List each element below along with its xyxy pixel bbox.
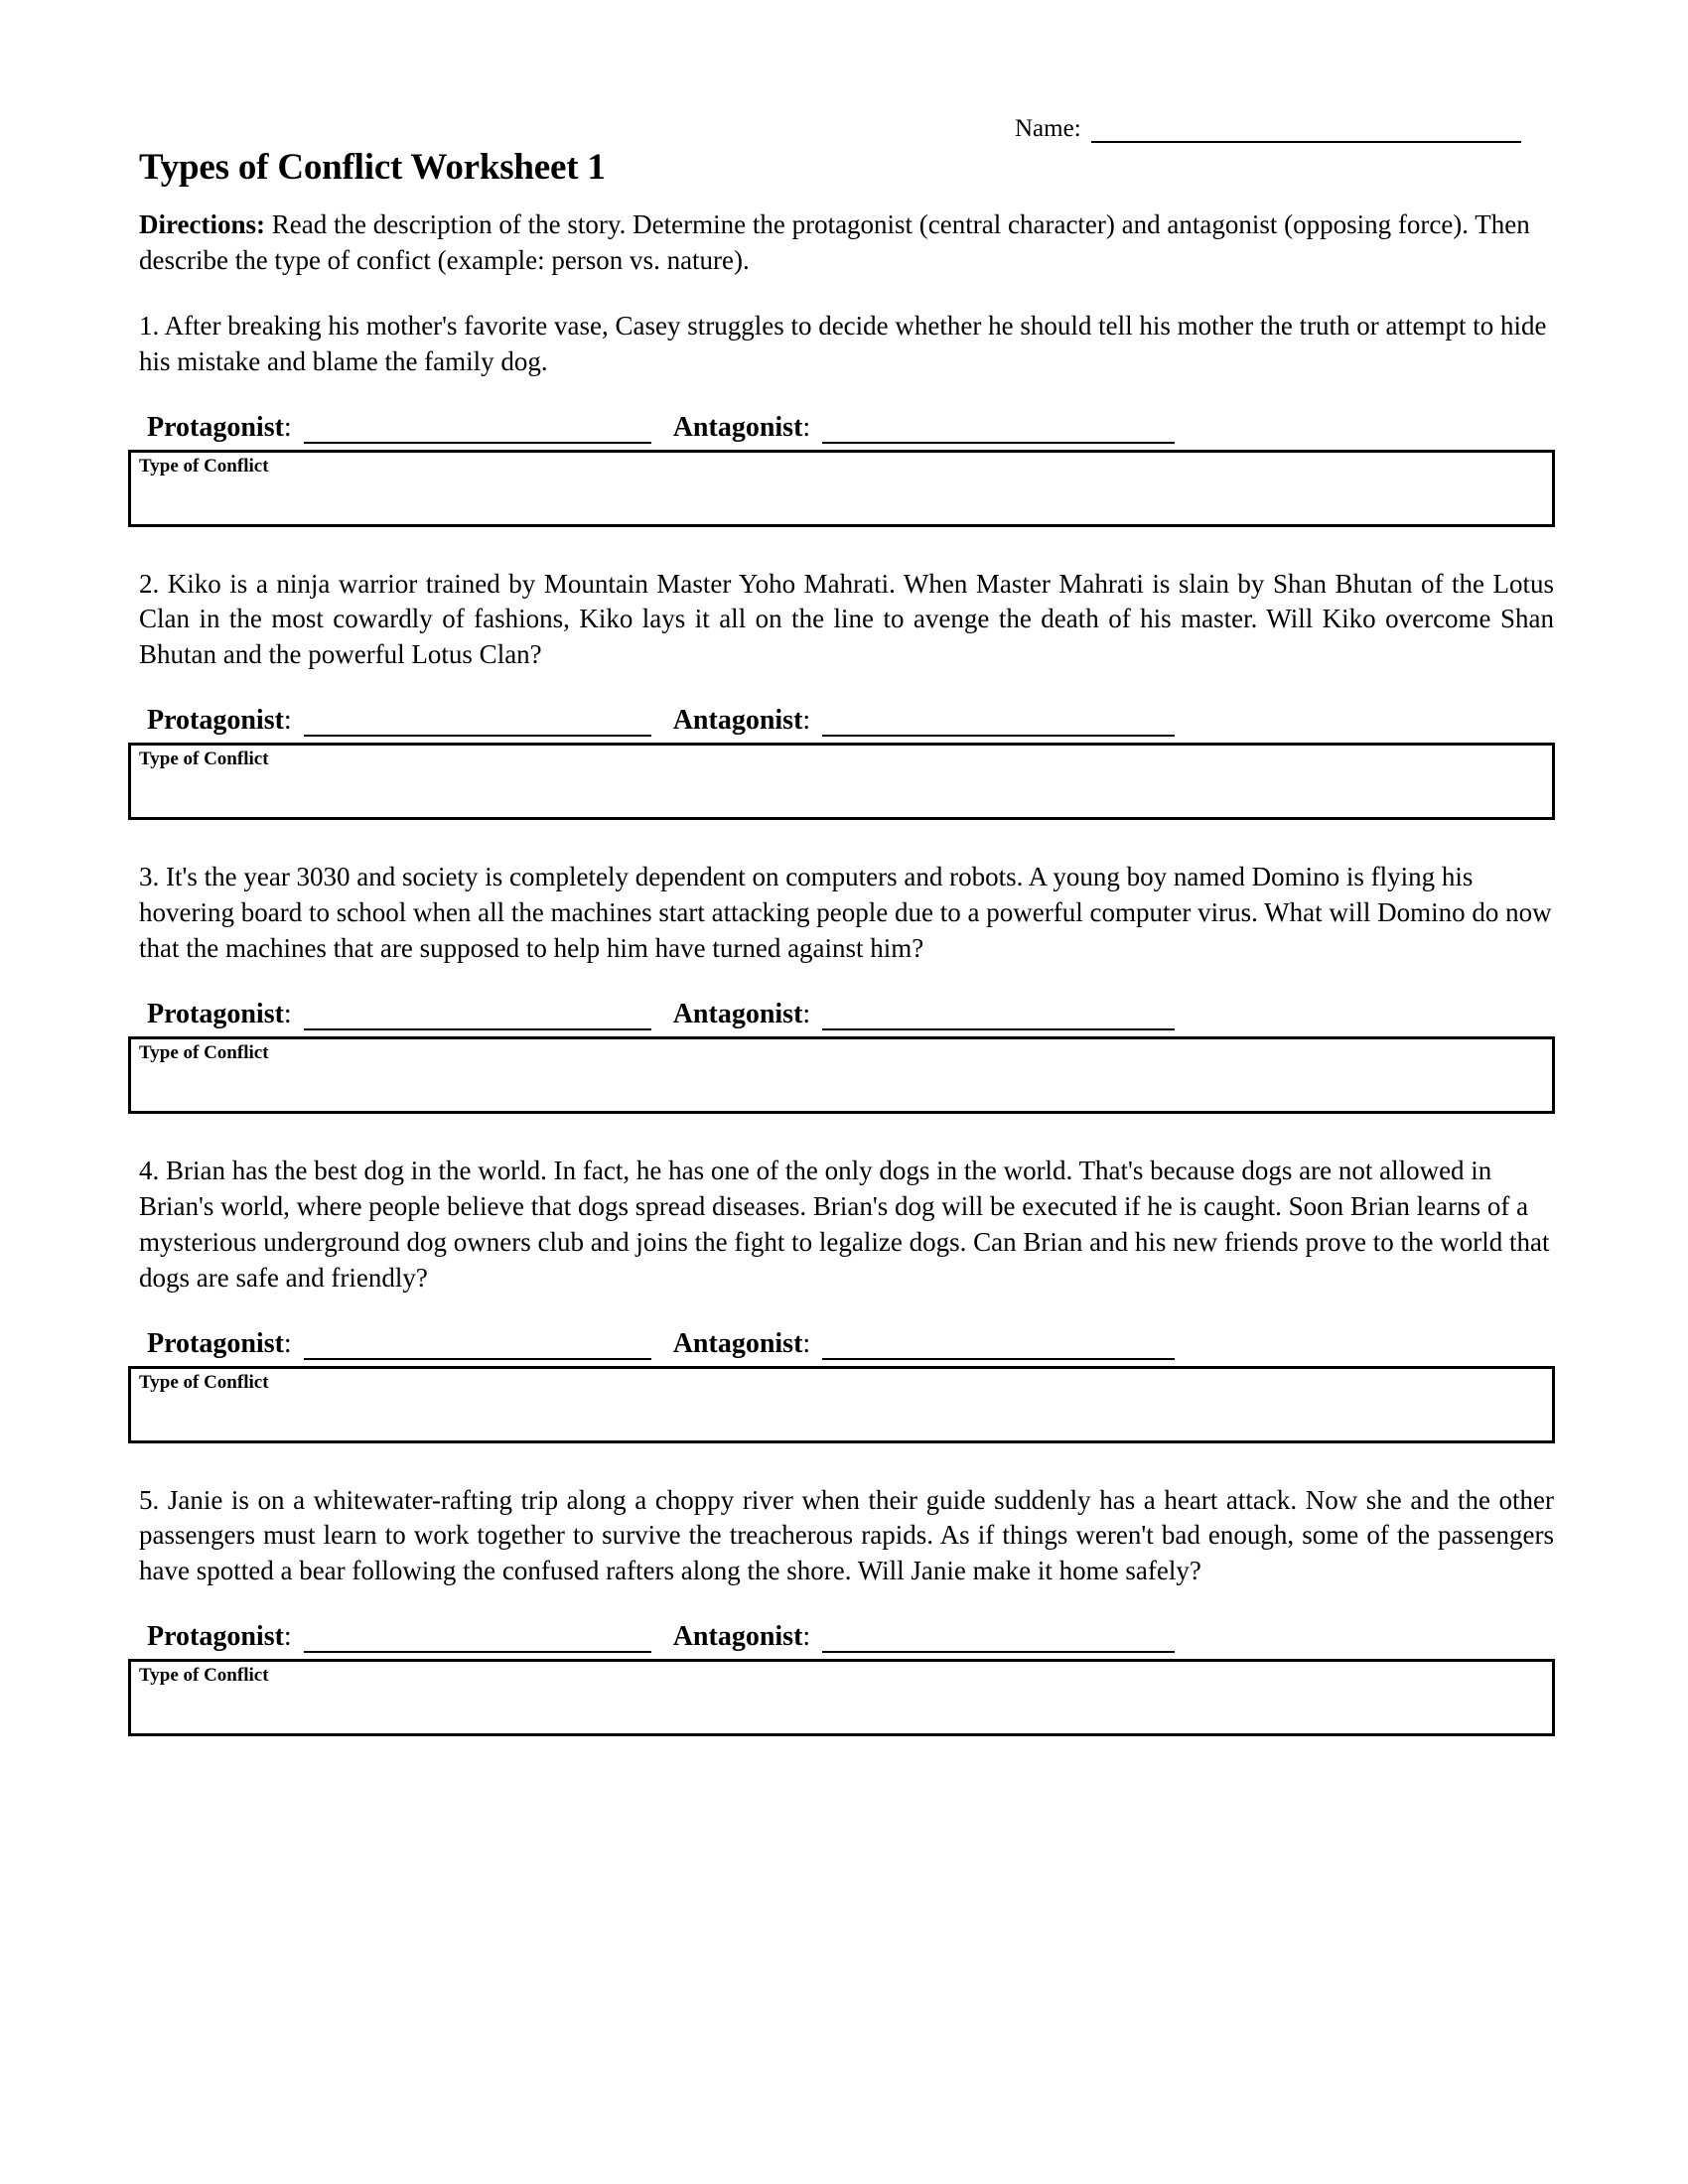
- protagonist-label-3: Protagonist:: [147, 998, 292, 1030]
- conflict-type-label-2: Type of Conflict: [139, 749, 269, 770]
- antagonist-label-text-5: Antagonist: [672, 1621, 803, 1653]
- name-label: Name:: [1015, 115, 1081, 142]
- question-text-5: 5. Janie is on a whitewater-rafting trip…: [139, 1484, 1554, 1586]
- question-text-1: 1. After breaking his mother's favorite …: [139, 310, 1547, 376]
- question-text-4: 4. Brian has the best dog in the world. …: [139, 1155, 1550, 1293]
- worksheet-content: Types of Conflict Worksheet 1 Directions…: [128, 147, 1555, 1776]
- protagonist-label-text-5: Protagonist: [147, 1621, 284, 1653]
- protagonist-label-text-3: Protagonist: [147, 998, 284, 1029]
- antagonist-label-4: Antagonist:: [672, 1327, 811, 1360]
- antagonist-label-text-3: Antagonist: [672, 998, 803, 1029]
- protagonist-input-4[interactable]: [303, 1330, 651, 1360]
- question-block-5: 5. Janie is on a whitewater-rafting trip…: [128, 1483, 1555, 1737]
- name-input-blank[interactable]: [1090, 115, 1521, 143]
- answer-row-1: Protagonist: Antagonist:: [139, 411, 1554, 444]
- conflict-type-box-2[interactable]: Type of Conflict: [128, 743, 1555, 821]
- protagonist-colon-3: :: [283, 998, 292, 1029]
- protagonist-label-5: Protagonist:: [147, 1623, 292, 1653]
- answer-row-5: Protagonist: Antagonist:: [139, 1623, 1554, 1654]
- protagonist-label-text-1: Protagonist: [147, 411, 284, 443]
- antagonist-input-4[interactable]: [822, 1330, 1176, 1360]
- antagonist-colon-3: :: [802, 998, 811, 1029]
- name-field-row: Name:: [1015, 115, 1521, 143]
- question-text-2: 2. Kiko is a ninja warrior trained by Mo…: [139, 568, 1554, 670]
- protagonist-label-text-4: Protagonist: [147, 1327, 284, 1359]
- antagonist-input-3[interactable]: [822, 1001, 1176, 1030]
- conflict-type-box-5[interactable]: Type of Conflict: [128, 1659, 1555, 1737]
- protagonist-colon-5: :: [283, 1621, 292, 1653]
- antagonist-label-text-2: Antagonist: [672, 705, 803, 737]
- conflict-type-label-5: Type of Conflict: [139, 1665, 269, 1687]
- question-block-2: 2. Kiko is a ninja warrior trained by Mo…: [128, 567, 1555, 821]
- worksheet-page: Name: Types of Conflict Worksheet 1 Dire…: [0, 0, 1688, 2184]
- conflict-type-box-1[interactable]: Type of Conflict: [128, 449, 1555, 527]
- conflict-type-label-3: Type of Conflict: [139, 1041, 269, 1063]
- protagonist-input-5[interactable]: [303, 1623, 651, 1654]
- answer-row-2: Protagonist: Antagonist:: [139, 707, 1554, 738]
- conflict-type-box-4[interactable]: Type of Conflict: [128, 1365, 1555, 1443]
- protagonist-label-text-2: Protagonist: [147, 705, 284, 737]
- antagonist-colon-5: :: [802, 1621, 811, 1653]
- answer-row-3: Protagonist: Antagonist:: [139, 998, 1554, 1030]
- question-block-1: 1. After breaking his mother's favorite …: [128, 309, 1555, 527]
- answer-row-4: Protagonist: Antagonist:: [139, 1327, 1554, 1360]
- directions-label: Directions:: [139, 209, 265, 240]
- protagonist-label-1: Protagonist:: [147, 411, 292, 444]
- page-title: Types of Conflict Worksheet 1: [139, 147, 606, 188]
- antagonist-input-5[interactable]: [822, 1623, 1176, 1654]
- question-text-3: 3. It's the year 3030 and society is com…: [139, 862, 1552, 964]
- antagonist-input-2[interactable]: [822, 707, 1176, 738]
- directions-paragraph: Directions: Read the description of the …: [139, 207, 1554, 278]
- protagonist-input-1[interactable]: [303, 414, 651, 444]
- protagonist-label-2: Protagonist:: [147, 707, 292, 737]
- conflict-type-box-3[interactable]: Type of Conflict: [128, 1035, 1555, 1114]
- antagonist-label-1: Antagonist:: [672, 411, 811, 444]
- antagonist-colon-2: :: [802, 705, 811, 737]
- antagonist-colon-4: :: [802, 1327, 811, 1359]
- protagonist-input-2[interactable]: [303, 707, 651, 738]
- protagonist-colon-4: :: [283, 1327, 292, 1359]
- protagonist-input-3[interactable]: [303, 1001, 651, 1030]
- antagonist-label-5: Antagonist:: [673, 1623, 810, 1653]
- question-block-3: 3. It's the year 3030 and society is com…: [128, 860, 1555, 1114]
- protagonist-colon-2: :: [283, 705, 292, 737]
- antagonist-label-text-4: Antagonist: [672, 1327, 803, 1359]
- conflict-type-label-1: Type of Conflict: [139, 455, 269, 477]
- conflict-type-label-4: Type of Conflict: [139, 1371, 269, 1393]
- antagonist-input-1[interactable]: [822, 414, 1176, 444]
- protagonist-label-4: Protagonist:: [147, 1327, 292, 1360]
- antagonist-colon-1: :: [802, 411, 811, 443]
- antagonist-label-text-1: Antagonist: [672, 411, 803, 443]
- directions-text: Read the description of the story. Deter…: [139, 209, 1530, 276]
- antagonist-label-2: Antagonist:: [673, 707, 810, 737]
- question-block-4: 4. Brian has the best dog in the world. …: [128, 1154, 1555, 1443]
- antagonist-label-3: Antagonist:: [672, 998, 811, 1030]
- protagonist-colon-1: :: [283, 411, 292, 443]
